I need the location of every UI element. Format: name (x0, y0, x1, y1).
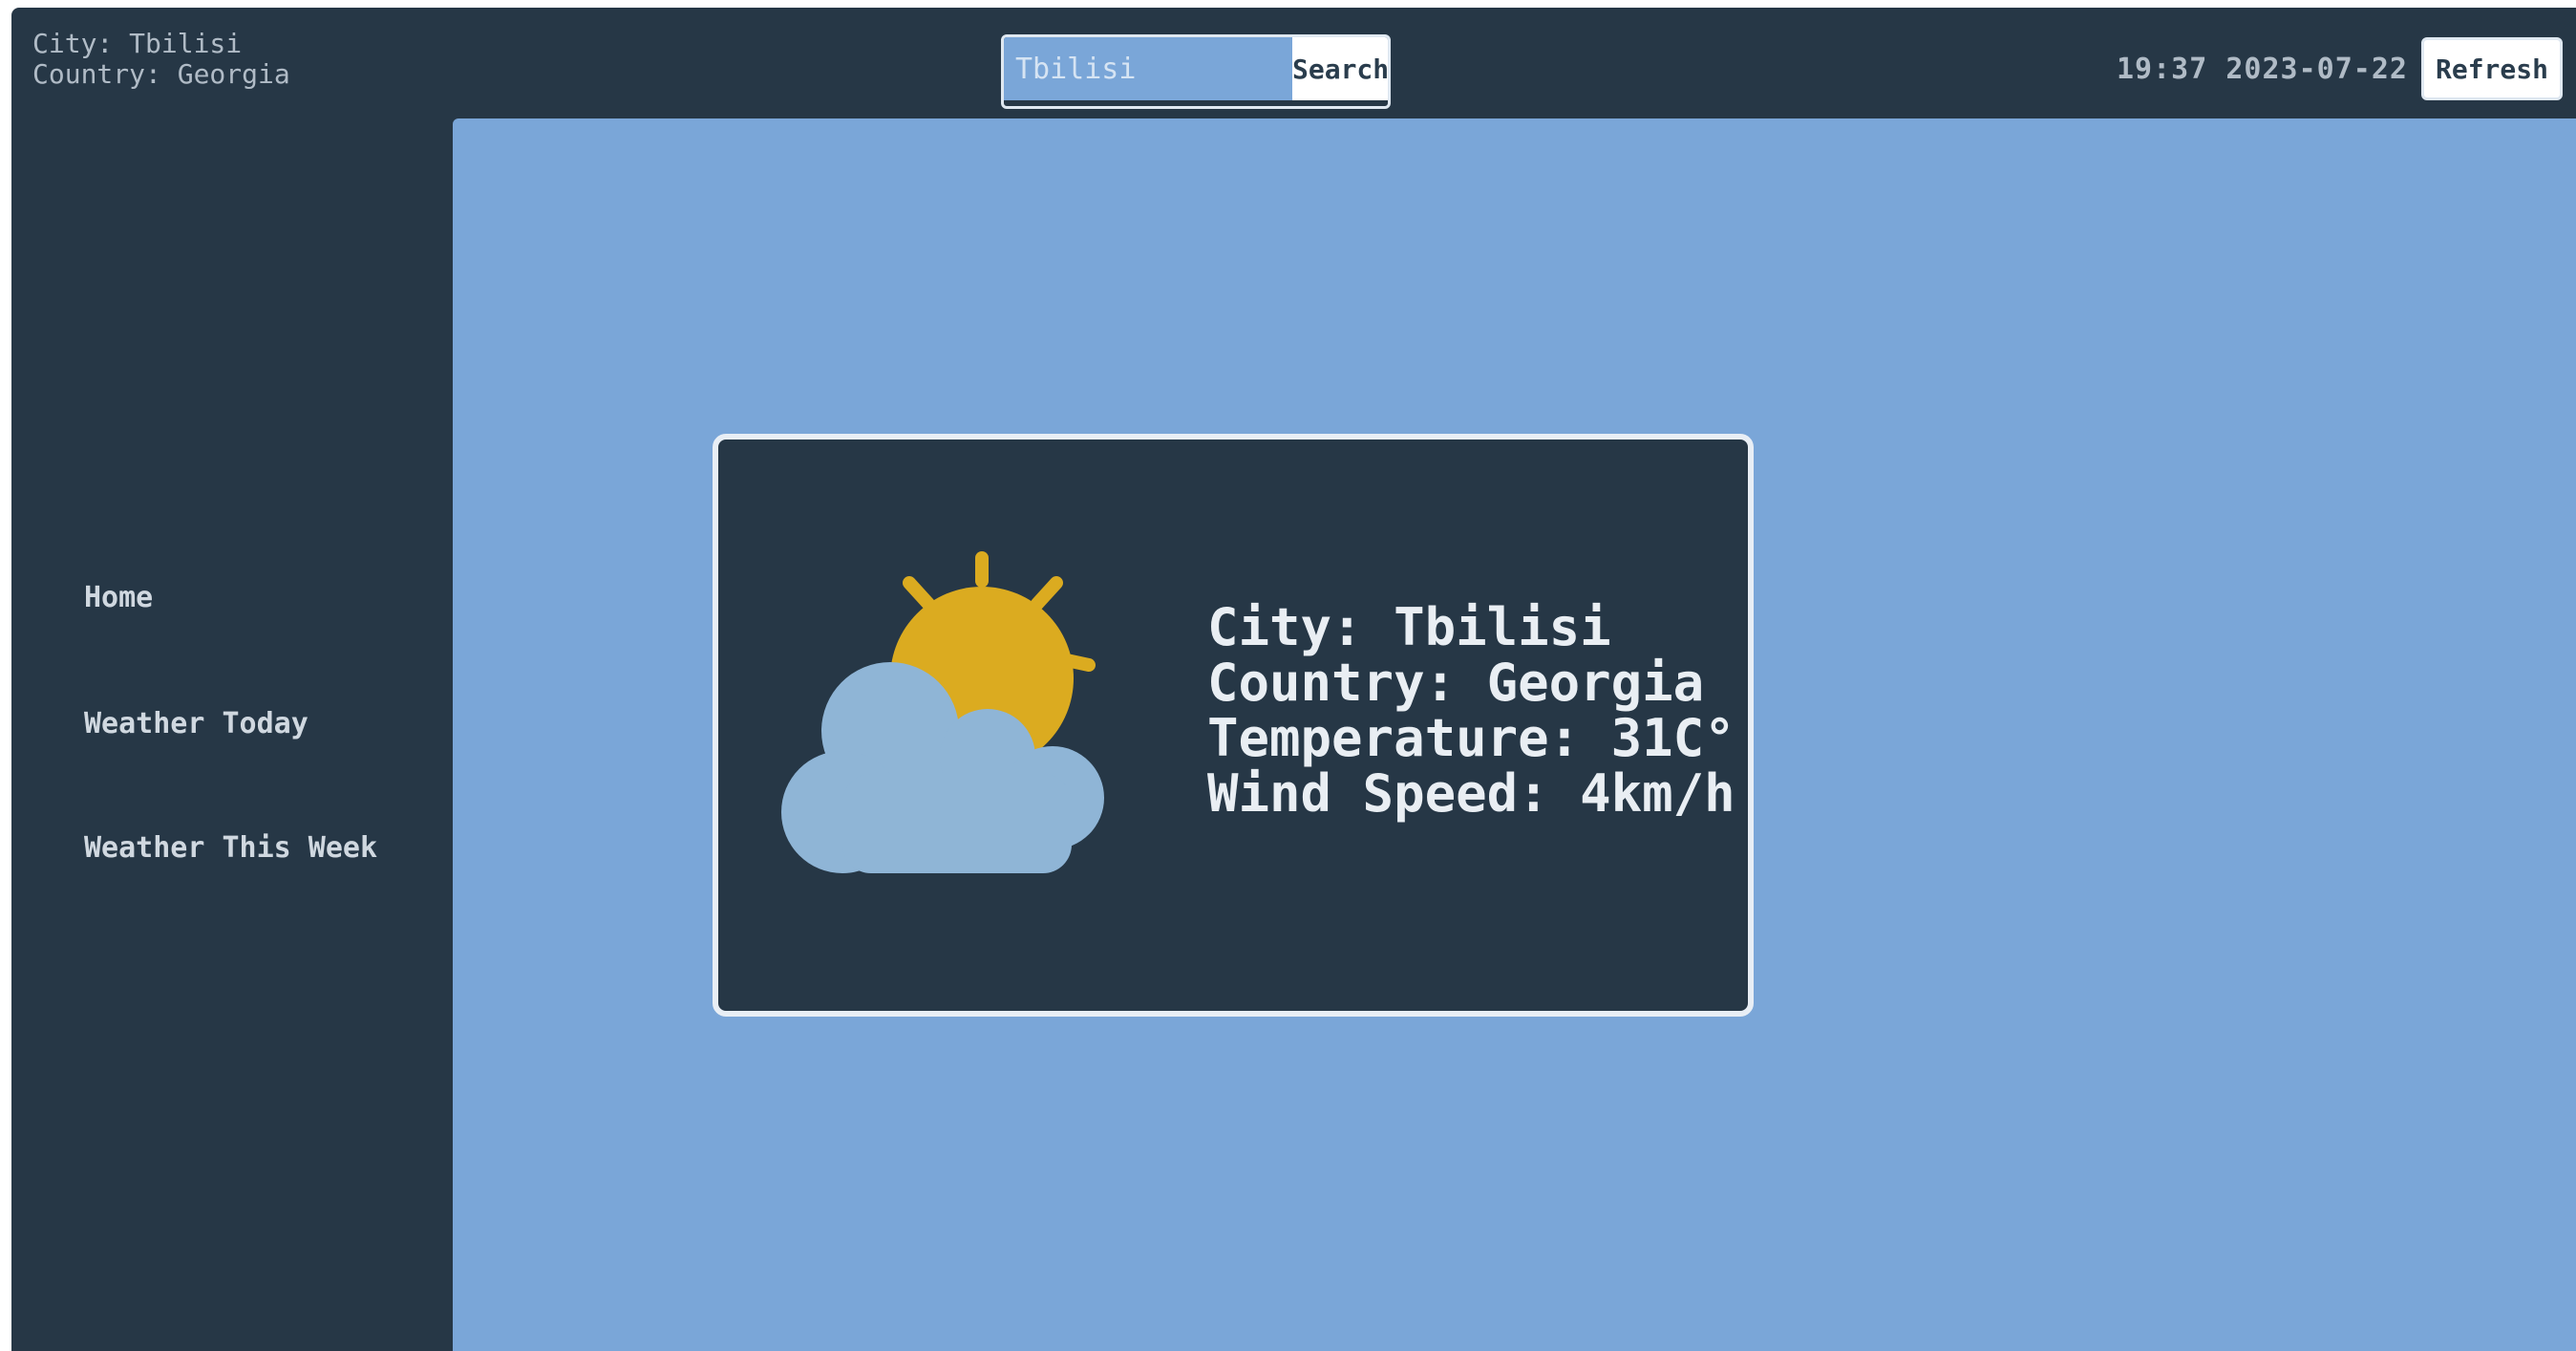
weather-card: City: Tbilisi Country: Georgia Temperatu… (713, 434, 1754, 1017)
sidebar-item-weather-today[interactable]: Weather Today (84, 707, 309, 740)
weather-temperature: Temperature: 31C° (1207, 708, 1735, 768)
search-input[interactable] (1004, 37, 1292, 100)
top-header: City: Tbilisi Country: Georgia Search 19… (11, 8, 2576, 118)
sidebar: Home Weather Today Weather This Week (11, 118, 453, 1351)
sidebar-item-weather-this-week[interactable]: Weather This Week (84, 831, 377, 865)
main-content: City: Tbilisi Country: Georgia Temperatu… (453, 118, 2576, 1351)
header-city-text: City: Tbilisi (32, 28, 243, 59)
partly-cloudy-icon (781, 551, 1104, 873)
search-button[interactable]: Search (1292, 37, 1388, 100)
weather-details: City: Tbilisi Country: Georgia Temperatu… (1207, 600, 1735, 822)
current-datetime: 19:37 2023-07-22 (2117, 52, 2408, 86)
app-window: City: Tbilisi Country: Georgia Search 19… (11, 8, 2576, 1351)
refresh-button[interactable]: Refresh (2420, 37, 2563, 100)
weather-city: City: Tbilisi (1207, 597, 1611, 657)
weather-wind-speed: Wind Speed: 4km/h (1207, 763, 1735, 824)
header-right-group: 19:37 2023-07-22 Refresh (2117, 34, 2563, 103)
sidebar-item-home[interactable]: Home (84, 581, 153, 614)
weather-country: Country: Georgia (1207, 653, 1705, 713)
header-country-text: Country: Georgia (32, 58, 290, 90)
search-bar: Search (1001, 34, 1391, 109)
header-location-info: City: Tbilisi Country: Georgia (32, 29, 290, 90)
